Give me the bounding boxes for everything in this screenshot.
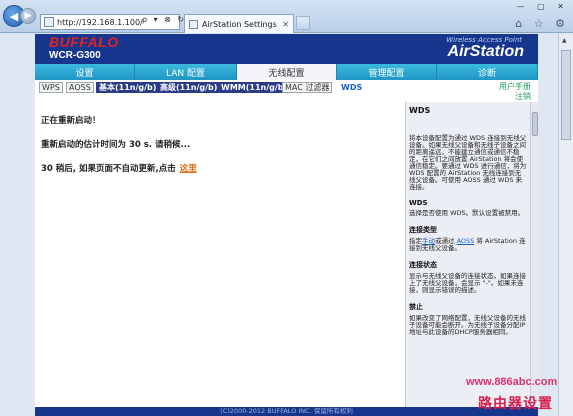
sub-wmm[interactable]: WMM(11n/g/b): [218, 82, 291, 93]
help-connection-type: 指定手动或通过 AOSS 将 AirStation 连接到无线父设备。: [409, 238, 527, 252]
page-scrollbar[interactable]: ▲: [558, 34, 573, 416]
window-controls[interactable]: — ▢ ✕: [517, 2, 569, 11]
help-scroll-thumb[interactable]: [532, 112, 538, 136]
sub-advanced[interactable]: 高级(11n/g/b): [157, 82, 221, 93]
sub-mac-filter[interactable]: MAC 过滤器: [282, 82, 333, 93]
sub-wds[interactable]: WDS: [339, 82, 364, 93]
help-links: 用户手册 注销: [499, 82, 531, 102]
browser-toolbar: ◀ ▶ http://192.168.1.100/ ρ ▾ ⊗ ↻ ✕ AirS…: [0, 0, 573, 33]
menu-admin[interactable]: 管理配置: [337, 64, 437, 80]
menu-wireless[interactable]: 无线配置: [237, 64, 337, 80]
page-frame: BUFFALO WCR-G300 Wireless Access Point A…: [35, 34, 538, 416]
sub-aoss[interactable]: AOSS: [66, 82, 94, 93]
restart-status: 正在重新启动！: [41, 116, 101, 126]
help-panel: WDS 将本设备配置为通过 WDS 连接到无线父设备。如果无线父设备和无线子设备…: [405, 102, 530, 407]
help-connection-status: 显示与无线父设备的连接状态。如果连接上了无线父设备，会显示 "-"。如果未连接，…: [409, 272, 526, 294]
main-content: 正在重新启动！ 重新启动的估计时间为 30 s. 请稍候... 30 稍后, 如…: [35, 102, 405, 407]
refresh-hint: 30 稍后, 如果页面不自动更新,点击 这里: [41, 162, 399, 174]
help-heading-disable: 禁止: [409, 303, 423, 311]
menu-diagnostics[interactable]: 诊断: [437, 64, 538, 80]
menu-lan[interactable]: LAN 配置: [135, 64, 237, 80]
help-disable: 如果改变了网络配置，无线父设备的无线子设备可能会断开。为无线子设备分配IP地址与…: [409, 314, 526, 336]
forward-arrow-icon: ▶: [24, 11, 32, 21]
tab-close-icon[interactable]: ✕: [282, 20, 289, 29]
watermark-text: 路由器设置: [478, 396, 553, 412]
watermark-url: www.886abc.com: [466, 376, 558, 388]
sub-wps[interactable]: WPS: [39, 82, 63, 93]
product-logo: AirStation: [447, 43, 524, 60]
scroll-up-icon[interactable]: ▲: [562, 37, 567, 44]
model-name: WCR-G300: [49, 50, 101, 61]
restart-estimate: 重新启动的估计时间为 30 s. 请稍候...: [41, 140, 191, 150]
help-wds-desc: 将本设备配置为通过 WDS 连接到无线父设备。如果无线父设备和无线子设备之间的距…: [409, 134, 527, 191]
help-scrollbar[interactable]: [530, 102, 538, 407]
browser-tab[interactable]: AirStation Settings ✕: [184, 14, 294, 33]
help-heading-connection-status: 连接状态: [409, 261, 437, 269]
buffalo-logo: BUFFALO: [49, 34, 119, 50]
refresh-hint-text: 30 稍后, 如果页面不自动更新,点击: [41, 164, 176, 174]
user-manual-link[interactable]: 用户手册: [499, 82, 531, 92]
new-tab-button[interactable]: [296, 16, 310, 30]
router-header: BUFFALO WCR-G300 Wireless Access Point A…: [35, 34, 538, 64]
help-title: WDS: [409, 106, 431, 115]
site-watermark: www.886abc.com 路由器设置: [448, 370, 573, 416]
address-text[interactable]: http://192.168.1.100/: [57, 18, 143, 27]
toolbar-icons[interactable]: ⌂ ☆ ⚙: [515, 17, 569, 30]
tab-title: AirStation Settings: [202, 19, 277, 29]
page-scroll-thumb[interactable]: [561, 50, 571, 140]
main-menu: 设置 LAN 配置 无线配置 管理配置 诊断: [35, 64, 538, 80]
tab-icon: [189, 19, 198, 29]
sub-menu: WPS AOSS 基本(11n/g/b) 高级(11n/g/b) WMM(11n…: [35, 80, 538, 102]
logout-link[interactable]: 注销: [499, 92, 531, 102]
menu-setup[interactable]: 设置: [35, 64, 135, 80]
back-arrow-icon: ◀: [9, 9, 19, 23]
sub-basic[interactable]: 基本(11n/g/b): [96, 82, 160, 93]
here-link[interactable]: 这里: [180, 164, 197, 174]
page-icon: [44, 17, 54, 27]
help-wds-setting: 选择是否使用 WDS。默认设置被禁用。: [409, 209, 525, 217]
help-heading-wds: WDS: [409, 199, 428, 207]
help-heading-connection-type: 连接类型: [409, 226, 437, 234]
forward-button[interactable]: ▶: [20, 8, 36, 24]
